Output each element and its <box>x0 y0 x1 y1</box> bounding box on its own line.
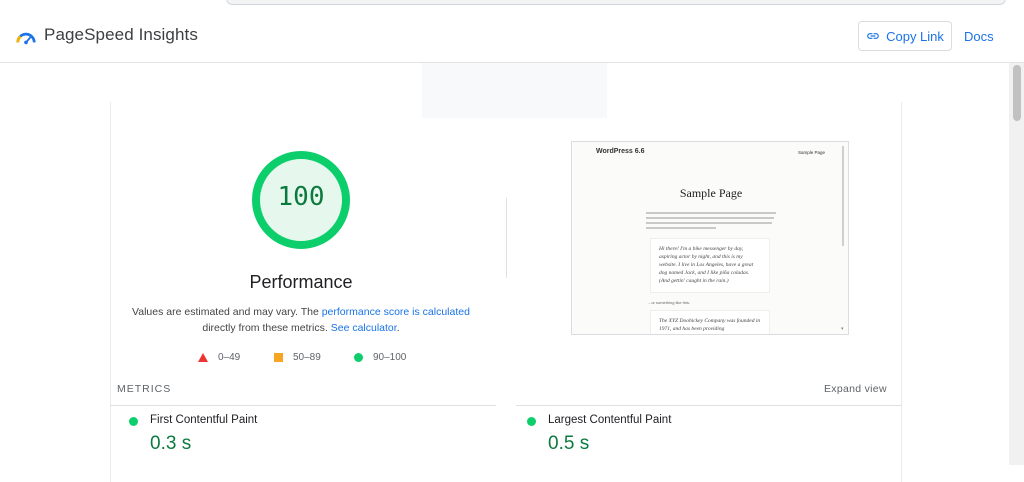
metric-name: First Contentful Paint <box>150 414 258 426</box>
legend-pass-range: 90–100 <box>373 352 407 363</box>
metric-name: Largest Contentful Paint <box>548 414 672 426</box>
expand-view-button[interactable]: Expand view <box>824 383 887 395</box>
pass-circle-icon <box>527 417 536 426</box>
metrics-divider-left <box>110 405 496 406</box>
desc-prefix: Values are estimated and may vary. The <box>132 306 322 318</box>
screenshot-brand: WordPress 6.6 <box>596 148 645 155</box>
copy-link-label: Copy Link <box>886 28 944 44</box>
legend-fail: 0–49 <box>198 352 240 363</box>
pass-circle-icon <box>129 417 138 426</box>
desc-middle: directly from these metrics. <box>202 322 331 334</box>
screenshot-quote-2: The XYZ Doohickey Company was founded in… <box>650 310 770 334</box>
copy-link-button[interactable]: Copy Link <box>858 21 952 51</box>
legend-average-range: 50–89 <box>293 352 321 363</box>
circle-icon <box>354 353 363 362</box>
docs-link[interactable]: Docs <box>964 29 994 44</box>
score-description: Values are estimated and may vary. The p… <box>131 304 471 336</box>
square-icon <box>274 353 283 362</box>
app-header: PageSpeed Insights Copy Link Docs <box>0 9 1024 63</box>
screenshot-intro-lines <box>646 212 776 232</box>
screenshot-scroll-arrow-icon: ▾ <box>841 326 844 332</box>
link-icon <box>867 33 879 39</box>
page-screenshot-thumbnail[interactable]: WordPress 6.6 Sample Page Sample Page Hi… <box>571 141 849 335</box>
metrics-section-label: METRICS <box>117 383 172 395</box>
legend-pass: 90–100 <box>354 352 406 363</box>
screenshot-quote-1: Hi there! I'm a bike messenger by day, a… <box>650 238 770 293</box>
address-bar-edge <box>226 0 1006 5</box>
legend-average: 50–89 <box>274 352 321 363</box>
triangle-icon <box>198 353 208 362</box>
performance-score-link[interactable]: performance score is calculated <box>322 306 470 318</box>
performance-score: 100 <box>277 182 325 212</box>
screenshot-nav: Sample Page <box>798 150 826 155</box>
screenshot-small-text: ...or something like this: <box>648 300 691 305</box>
legend-fail-range: 0–49 <box>218 352 241 363</box>
desc-suffix: . <box>396 322 400 334</box>
metrics-divider-right <box>516 405 902 406</box>
card-divider <box>506 198 507 278</box>
app-title[interactable]: PageSpeed Insights <box>44 25 198 45</box>
see-calculator-link[interactable]: See calculator <box>331 322 397 334</box>
page-scrollbar[interactable] <box>1009 63 1024 465</box>
browser-top-strip <box>0 0 1024 9</box>
metric-value: 0.5 s <box>548 433 590 454</box>
pagespeed-logo-icon <box>16 32 36 45</box>
metric-value: 0.3 s <box>150 433 192 454</box>
screenshot-title: Sample Page <box>679 186 743 200</box>
scrollbar-thumb[interactable] <box>1013 65 1021 121</box>
performance-label: Performance <box>249 272 353 292</box>
